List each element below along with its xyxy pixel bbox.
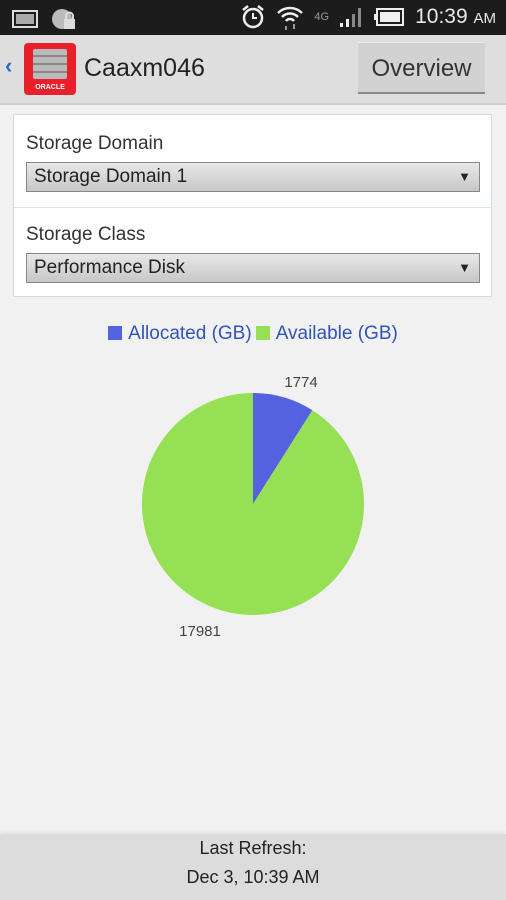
pie-slice-available[interactable] — [141, 393, 364, 615]
app-title: Caaxm046 — [84, 54, 205, 82]
data-label-available: 17981 — [179, 623, 221, 640]
app-bar: ‹ ORACLE Caaxm046 Overview — [0, 35, 506, 105]
image-notification-icon — [12, 10, 38, 28]
storage-class-label: Storage Class — [26, 224, 146, 245]
legend-item-available[interactable]: Available (GB) — [255, 323, 398, 344]
vpn-lock-icon — [52, 9, 75, 29]
filter-panel: Storage Domain Storage Domain 1 ▼ Storag… — [13, 114, 492, 297]
storage-domain-select[interactable]: Storage Domain 1 ▼ — [26, 162, 480, 192]
wifi-icon — [277, 6, 304, 30]
legend-item-allocated[interactable]: Allocated (GB) — [108, 323, 252, 344]
legend-swatch-allocated — [108, 326, 123, 340]
storage-class-value: Performance Disk — [34, 257, 185, 278]
clock: 10:39 AM — [415, 5, 496, 28]
legend-swatch-available — [255, 326, 270, 340]
pie-chart: 1774 17981 — [141, 374, 364, 640]
legend-label-allocated: Allocated (GB) — [128, 323, 252, 344]
storage-cube-icon — [33, 49, 67, 79]
data-label-allocated: 1774 — [284, 374, 317, 391]
battery-icon — [374, 8, 405, 26]
last-refresh-label: Last Refresh: — [199, 838, 307, 858]
storage-domain-value: Storage Domain 1 — [34, 166, 188, 187]
storage-class-select[interactable]: Performance Disk ▼ — [26, 253, 480, 283]
dropdown-arrow-icon: ▼ — [458, 169, 471, 184]
signal-icon — [340, 8, 362, 27]
divider — [14, 207, 491, 208]
network-type: 4G — [314, 11, 330, 23]
storage-domain-label: Storage Domain — [26, 133, 164, 154]
overview-button[interactable]: Overview — [358, 42, 485, 94]
status-bar: 4G 10:39 AM — [0, 0, 506, 35]
legend-label-available: Available (GB) — [275, 323, 398, 344]
logo-text: ORACLE — [35, 84, 65, 91]
footer: Last Refresh: Dec 3, 10:39 AM — [0, 834, 506, 900]
alarm-icon — [242, 5, 265, 29]
oracle-logo[interactable]: ORACLE — [24, 43, 76, 95]
chart-legend: Allocated (GB) Available (GB) — [0, 323, 506, 345]
last-refresh-time: Dec 3, 10:39 AM — [186, 867, 320, 887]
back-chevron-icon[interactable]: ‹ — [5, 53, 12, 79]
dropdown-arrow-icon: ▼ — [458, 260, 471, 275]
